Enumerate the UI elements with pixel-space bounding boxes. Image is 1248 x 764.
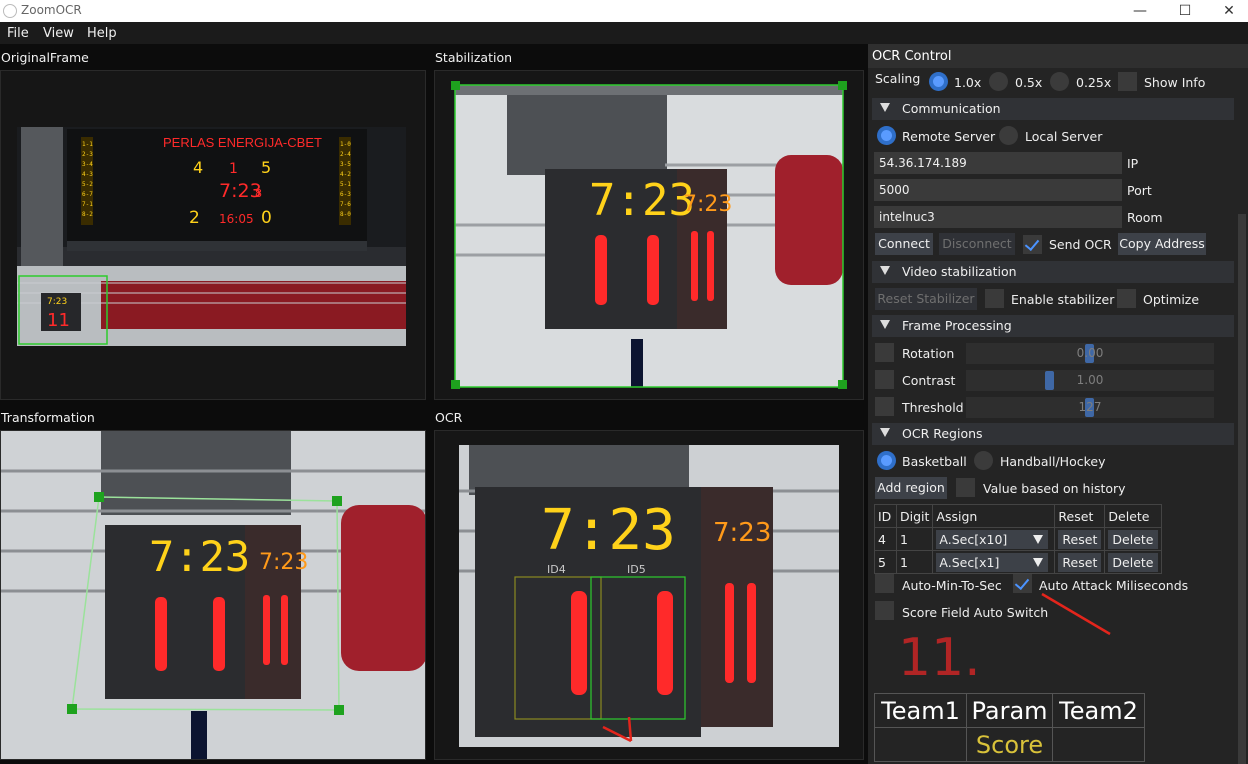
stab-handle-tr[interactable] xyxy=(838,81,847,90)
stab-handle-tl[interactable] xyxy=(451,81,460,90)
panel-title-stabilization: Stabilization xyxy=(435,50,513,65)
panel-title-ocr: OCR xyxy=(435,410,463,425)
ocr-side-top: 7:23 xyxy=(713,518,771,548)
annotation-arrow-to-checkbox xyxy=(1041,592,1111,636)
game-clock-tenth: 8 xyxy=(255,187,262,200)
score-param-cell: Score xyxy=(966,727,1053,762)
stabilization-image: 7:23 7:23 xyxy=(451,81,847,389)
ocr-control-panel: OCR Control Scaling 1.0x 0.5x 0.25x Show… xyxy=(868,44,1248,764)
svg-text:3-4: 3-4 xyxy=(82,161,93,168)
home-score: 2 xyxy=(189,208,200,228)
period: 1 xyxy=(229,161,238,177)
window-title: ZoomOCR xyxy=(21,3,82,17)
maximize-button[interactable]: ☐ xyxy=(1162,0,1208,22)
score-header-row: Team1 Param Team2 xyxy=(874,693,1145,728)
menu-file[interactable]: File xyxy=(7,26,29,41)
original-frame-image: 1-1 2-3 3-4 4-3 5-2 6-7 7-1 8-2 1-0 2-4 3-5 4-2 5-1… xyxy=(17,127,406,346)
team2-score-cell xyxy=(1052,727,1145,762)
svg-text:3-5: 3-5 xyxy=(340,161,351,168)
svg-text:1-1: 1-1 xyxy=(82,141,93,148)
svg-text:7:23: 7:23 xyxy=(47,297,67,307)
svg-text:2-4: 2-4 xyxy=(340,151,351,158)
trans-handle-tl[interactable] xyxy=(94,492,104,502)
svg-text:8-0: 8-0 xyxy=(340,211,351,218)
ocr-result-value: 11. xyxy=(898,628,981,688)
svg-text:4-3: 4-3 xyxy=(82,171,93,178)
svg-text:7-6: 7-6 xyxy=(340,201,351,208)
scoreboard-title: PERLAS ENERGIJA-CBET xyxy=(163,135,322,150)
stab-shot-clock-top: 7:23 xyxy=(589,175,695,226)
ocr-region-5-label: ID5 xyxy=(627,563,646,576)
trans-shot-clock-top: 7:23 xyxy=(149,532,250,581)
guest-score: 0 xyxy=(261,208,272,228)
home-fouls: 4 xyxy=(193,158,203,177)
transformation-view: 7:23 7:23 xyxy=(0,430,426,760)
svg-text:2-3: 2-3 xyxy=(82,151,93,158)
trans-handle-br[interactable] xyxy=(334,705,344,715)
time-of-day: 16:05 xyxy=(219,212,254,226)
ocr-shot-clock-top: 7:23 xyxy=(541,498,676,563)
ocr-image: 7:23 7:23 ID4 ID5 xyxy=(459,445,839,747)
main-area: OriginalFrame 1-1 2-3 3-4 4-3 5-2 6-7 7-1 8-2 1… xyxy=(0,44,1248,764)
guest-fouls: 5 xyxy=(261,158,271,177)
ocr-view: 7:23 7:23 ID4 ID5 xyxy=(434,430,864,760)
ocr-region-4-label: ID4 xyxy=(547,563,566,576)
team2-header: Team2 xyxy=(1052,693,1145,728)
svg-text:8-2: 8-2 xyxy=(82,211,93,218)
svg-text:1-0: 1-0 xyxy=(340,141,351,148)
trans-handle-bl[interactable] xyxy=(67,704,77,714)
trans-side-top: 7:23 xyxy=(259,550,308,575)
svg-text:7-1: 7-1 xyxy=(82,201,93,208)
stabilization-view: 7:23 7:23 xyxy=(434,70,864,400)
title-bar: ZoomOCR — ☐ ✕ xyxy=(0,0,1248,22)
ocr-panel-scrollbar[interactable] xyxy=(1238,214,1246,764)
stab-handle-br[interactable] xyxy=(838,380,847,389)
svg-text:11: 11 xyxy=(47,310,70,331)
team1-score-cell xyxy=(874,727,967,762)
menu-bar: File View Help xyxy=(0,22,1248,44)
svg-text:5-2: 5-2 xyxy=(82,181,93,188)
panel-title-original: OriginalFrame xyxy=(1,50,89,65)
menu-help[interactable]: Help xyxy=(87,26,117,41)
svg-text:6-3: 6-3 xyxy=(340,191,351,198)
menu-view[interactable]: View xyxy=(43,26,74,41)
svg-text:4-2: 4-2 xyxy=(340,171,351,178)
minimize-button[interactable]: — xyxy=(1117,0,1163,22)
svg-text:6-7: 6-7 xyxy=(82,191,93,198)
close-button[interactable]: ✕ xyxy=(1206,0,1248,22)
stab-side-top: 7:23 xyxy=(683,192,732,217)
stab-handle-bl[interactable] xyxy=(451,380,460,389)
svg-text:5-1: 5-1 xyxy=(340,181,351,188)
panel-title-transformation: Transformation xyxy=(1,410,95,425)
team1-header: Team1 xyxy=(874,693,967,728)
trans-handle-tr[interactable] xyxy=(332,496,342,506)
original-frame-view: 1-1 2-3 3-4 4-3 5-2 6-7 7-1 8-2 1-0 2-4 3-5 4-2 5-1… xyxy=(0,70,426,400)
app-icon xyxy=(3,4,17,18)
param-header: Param xyxy=(966,693,1053,728)
score-row: Score xyxy=(874,727,1145,762)
transformation-image: 7:23 7:23 xyxy=(1,431,425,759)
score-table: Team1 Param Team2 Score xyxy=(874,693,1145,762)
